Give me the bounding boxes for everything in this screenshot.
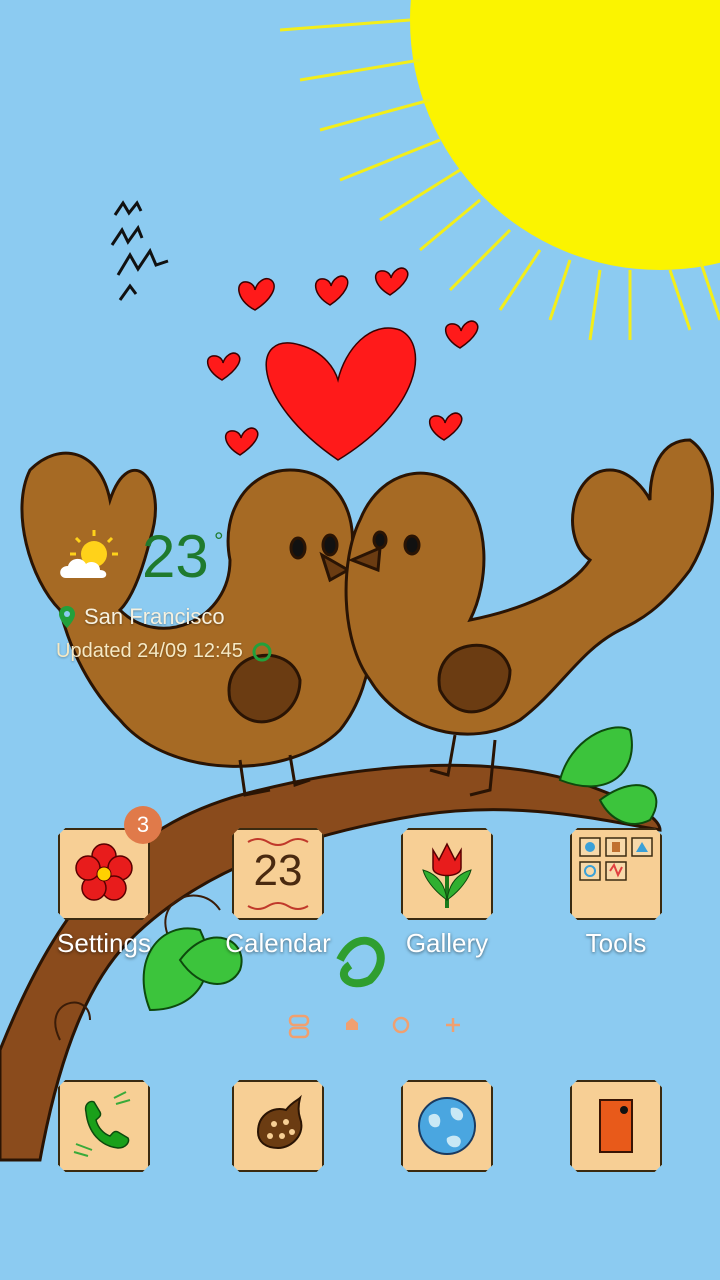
updated-time: Updated 24/09 12:45 [56,640,243,662]
temperature-unit: ° [214,528,224,555]
location-row: San Francisco [58,604,225,630]
tulip-gallery-icon [422,842,472,908]
home-page-icon[interactable] [342,1014,362,1034]
globe-browser-icon [418,1097,476,1155]
weather-widget[interactable]: 23 ° San Francisco Updated 24/09 12:45 [54,520,354,670]
add-page-icon[interactable] [442,1014,464,1036]
phone-icon [73,1091,131,1157]
notification-badge: 3 [124,806,162,844]
app-label-calendar: Calendar [225,928,331,958]
camera-icon [599,1099,633,1153]
messages-icon [256,1094,303,1150]
dock-phone[interactable] [44,1080,164,1172]
app-label-tools: Tools [585,928,647,958]
refresh-icon[interactable] [251,641,273,663]
camera-tile[interactable] [570,1080,662,1172]
browser-tile[interactable] [401,1080,493,1172]
dock-camera[interactable] [556,1080,676,1172]
dock-browser[interactable] [387,1080,507,1172]
page-indicator[interactable] [280,1010,470,1039]
calendar-tile[interactable]: 23 [232,828,324,920]
flipboard-page-icon[interactable] [286,1014,312,1040]
tools-folder-tile[interactable] [570,828,662,920]
messages-tile[interactable] [232,1080,324,1172]
hearts-doodle [207,267,479,461]
phone-tile[interactable] [58,1080,150,1172]
calendar-date: 23 [253,846,303,895]
flower-settings-icon [75,843,133,901]
gallery-tile[interactable] [401,828,493,920]
app-label-gallery: Gallery [405,928,489,958]
app-tools-folder[interactable]: Tools [556,828,676,959]
temperature-value: 23 [142,523,209,590]
page-dot-icon[interactable] [390,1014,412,1036]
app-calendar[interactable]: 23 Calendar [218,828,338,959]
flying-birds-doodle [110,200,169,301]
right-bird-illustration [344,438,714,797]
location-pin-icon [59,606,75,628]
vine-doodle [336,936,385,988]
location-name: San Francisco [84,604,225,629]
app-settings[interactable]: Settings [44,828,164,959]
app-gallery[interactable]: Gallery [387,828,507,959]
dock-messages[interactable] [218,1080,338,1172]
partly-sunny-icon [60,530,118,578]
app-label-settings: Settings [57,928,151,958]
tools-folder-icon [579,837,653,881]
updated-row: Updated 24/09 12:45 [56,640,273,663]
